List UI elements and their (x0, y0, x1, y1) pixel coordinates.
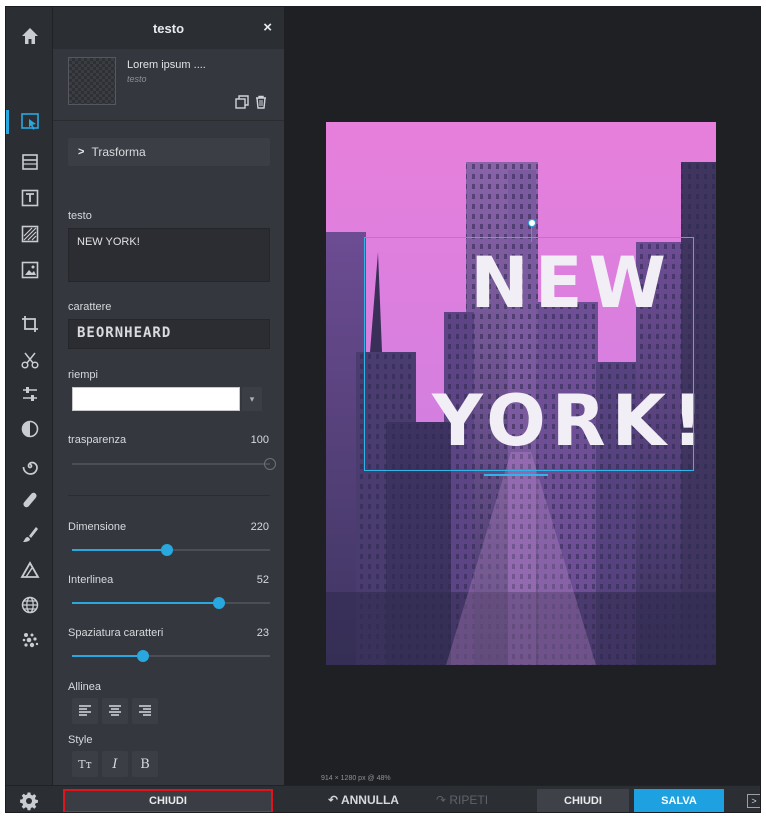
canvas-size-info: 914 × 1280 px @ 48% (321, 775, 391, 782)
transparency-slider-knob[interactable] (264, 458, 276, 470)
chevron-right-icon[interactable]: > (747, 794, 760, 808)
trash-icon[interactable] (254, 95, 268, 114)
gear-icon[interactable] (19, 791, 39, 811)
size-value: 220 (250, 521, 269, 533)
dots-icon[interactable] (6, 625, 53, 655)
select-tool-icon[interactable] (6, 107, 53, 137)
text-tool-icon[interactable] (6, 183, 53, 213)
italic-button[interactable]: I (102, 751, 128, 777)
size-slider[interactable] (72, 544, 270, 556)
text-case-button[interactable]: Tт (72, 751, 98, 777)
crop-icon[interactable] (6, 309, 53, 339)
text-selection-box[interactable] (364, 237, 694, 471)
undo-label: ANNULLA (340, 793, 399, 807)
image-icon[interactable] (6, 255, 53, 285)
line-height-slider[interactable] (72, 597, 270, 609)
letter-spacing-slider[interactable] (72, 650, 270, 662)
redo-button[interactable]: ↷ RIPETI (436, 793, 488, 807)
transform-section-toggle[interactable]: > Trasforma (68, 138, 270, 166)
size-slider-fill (72, 549, 168, 551)
bandage-icon[interactable] (6, 485, 53, 515)
layer-type: testo (127, 74, 147, 84)
bold-button[interactable]: B (132, 751, 158, 777)
letter-spacing-value: 23 (256, 627, 269, 639)
fill-label: riempi (68, 369, 98, 381)
align-buttons (72, 698, 158, 724)
text-properties-panel: testo × Lorem ipsum .... testo > Trasfor… (53, 7, 284, 812)
redo-label: RIPETI (449, 793, 489, 807)
rotate-handle[interactable] (528, 219, 536, 227)
close-icon[interactable]: × (263, 19, 272, 36)
font-select[interactable]: BEORNHEARD (68, 319, 270, 349)
letter-spacing-slider-fill (72, 655, 144, 657)
transparency-slider[interactable] (72, 458, 276, 470)
layout-icon[interactable] (6, 147, 53, 177)
texture-icon[interactable] (6, 219, 53, 249)
line-height-slider-knob[interactable] (212, 597, 225, 609)
line-height-value: 52 (256, 574, 269, 586)
size-label: Dimensione (68, 521, 127, 533)
transparency-value: 100 (250, 434, 269, 446)
letter-spacing-label: Spaziatura caratteri (68, 627, 164, 639)
home-icon[interactable] (6, 21, 53, 51)
font-label: carattere (68, 301, 112, 313)
swirl-icon[interactable] (6, 451, 53, 481)
bottom-bar: CHIUDI ↶ ANNULLA ↷ RIPETI CHIUDI SALVA > (6, 785, 760, 812)
adjust-icon[interactable] (6, 379, 53, 409)
transform-label: Trasforma (91, 145, 146, 159)
align-center-icon[interactable] (102, 698, 128, 724)
cut-icon[interactable] (6, 345, 53, 375)
close-editor-button[interactable]: CHIUDI (537, 789, 629, 812)
panel-title: testo (152, 20, 185, 36)
contrast-icon[interactable] (6, 414, 53, 444)
style-label: Style (68, 734, 93, 746)
letter-spacing-slider-knob[interactable] (137, 650, 150, 662)
globe-icon[interactable] (6, 590, 53, 620)
tool-rail (6, 7, 53, 812)
text-input[interactable]: NEW YORK! (68, 228, 270, 282)
align-left-icon[interactable] (72, 698, 98, 724)
fill-color-swatch[interactable] (72, 387, 240, 411)
selection-resize-handle[interactable] (484, 474, 548, 476)
divider (68, 495, 270, 496)
layer-thumbnail (68, 57, 116, 105)
line-height-label: Interlinea (68, 574, 114, 586)
panel-header: testo × (53, 7, 284, 49)
text-label: testo (68, 210, 92, 222)
transparency-label: trasparenza (68, 434, 127, 446)
shape-icon[interactable] (6, 555, 53, 585)
size-slider-knob[interactable] (161, 544, 174, 556)
undo-icon: ↶ (328, 793, 341, 807)
layer-card[interactable]: Lorem ipsum .... testo (53, 49, 284, 121)
canvas-workspace: NEW YORK! 914 × 1280 px @ 48% (284, 7, 760, 785)
style-buttons: Tт I B (72, 751, 158, 777)
layer-name: Lorem ipsum .... (127, 59, 206, 71)
close-panel-button[interactable]: CHIUDI (63, 789, 273, 812)
chevron-right-icon: > (78, 146, 85, 158)
align-label: Allinea (68, 681, 102, 693)
brush-icon[interactable] (6, 520, 53, 550)
duplicate-icon[interactable] (235, 95, 249, 114)
layer-actions (235, 95, 268, 114)
chevron-down-icon[interactable]: ▾ (242, 387, 262, 411)
editor-window: testo × Lorem ipsum .... testo > Trasfor… (5, 6, 761, 813)
redo-icon: ↷ (436, 793, 450, 807)
line-height-slider-fill (72, 602, 219, 604)
save-button[interactable]: SALVA (634, 789, 724, 812)
undo-button[interactable]: ↶ ANNULLA (328, 793, 399, 807)
align-right-icon[interactable] (132, 698, 158, 724)
